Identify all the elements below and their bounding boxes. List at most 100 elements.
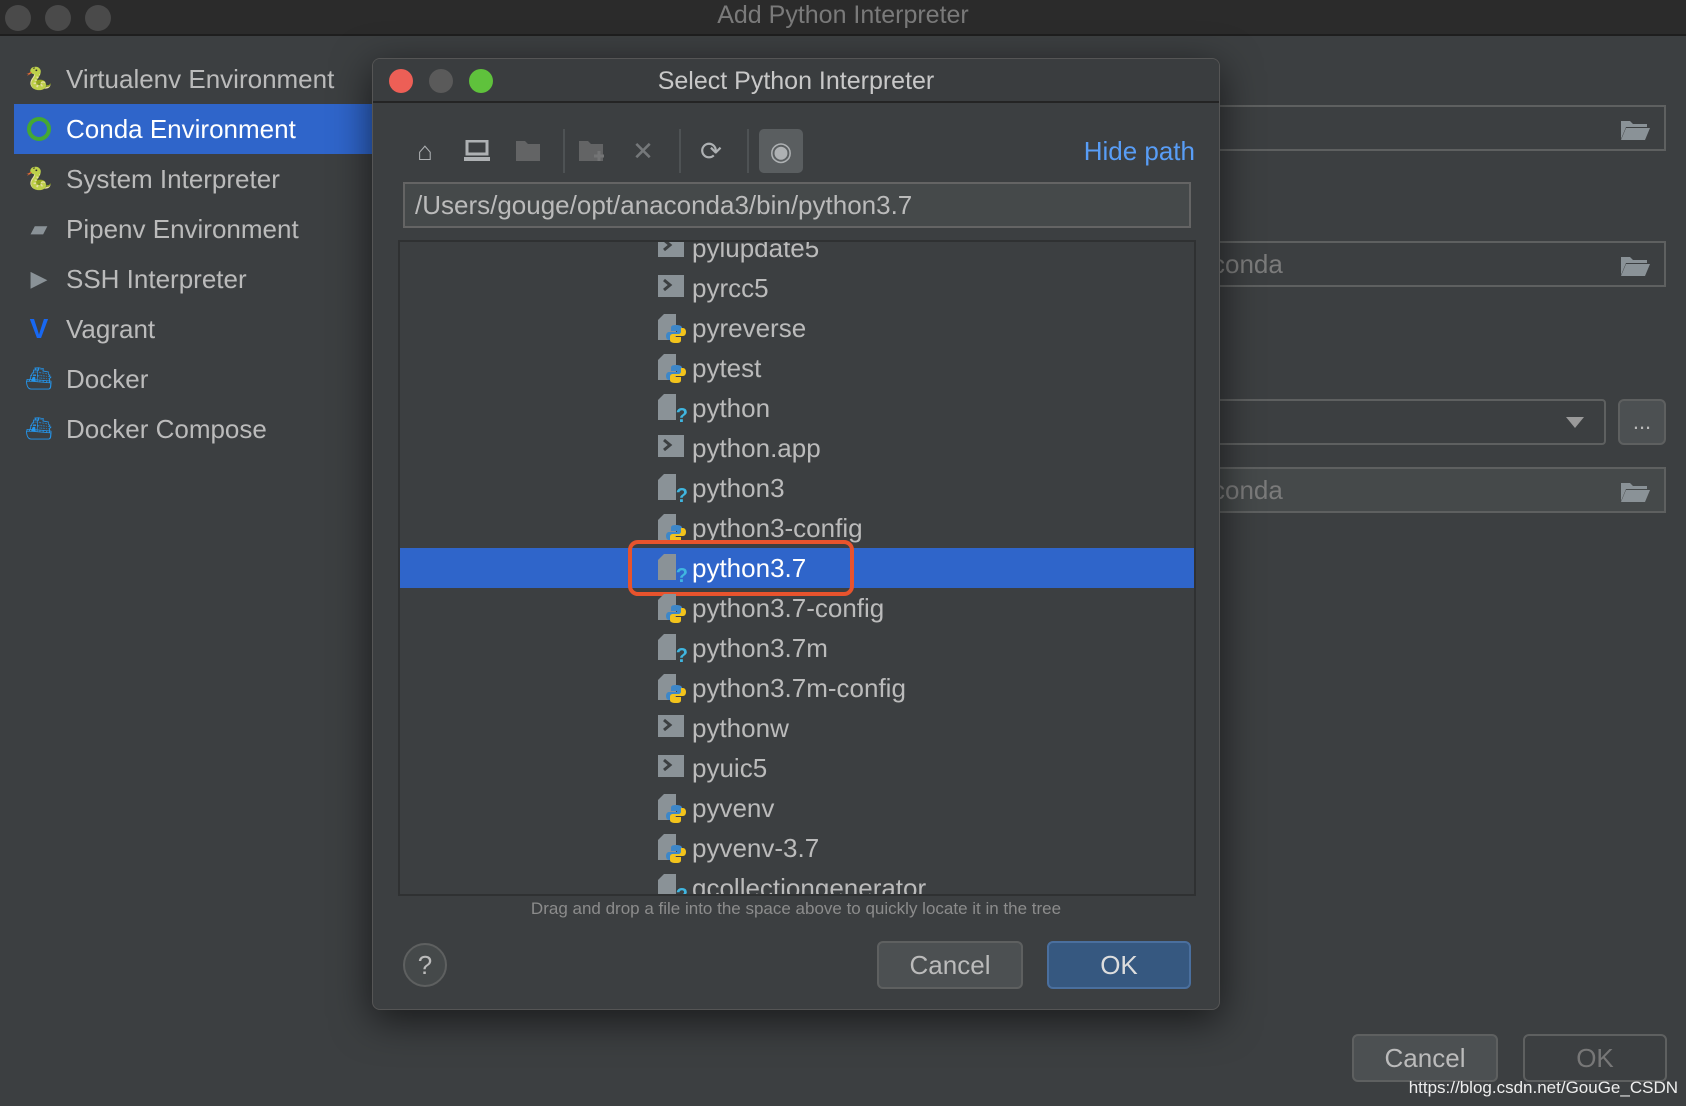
file-row[interactable]: pythonw — [400, 708, 1194, 748]
file-row[interactable]: pyreverse — [400, 308, 1194, 348]
sidebar-item-label: Docker — [66, 363, 149, 394]
exec-file-icon — [658, 714, 684, 742]
pipenv-icon: ▰ — [30, 216, 48, 241]
drag-drop-hint: Drag and drop a file into the space abov… — [530, 899, 1062, 918]
refresh-icon[interactable]: ⟳ — [691, 129, 731, 173]
file-name: pyuic5 — [692, 752, 768, 783]
hide-path-link[interactable]: Hide path — [1084, 131, 1195, 171]
link-file-icon: ? — [658, 874, 688, 894]
sidebar-item-label: System Interpreter — [66, 163, 280, 194]
file-name: python3.7 — [692, 552, 807, 583]
sidebar-item-label: SSH Interpreter — [66, 263, 247, 294]
file-name: pyrcc5 — [692, 272, 769, 303]
file-name: pyvenv — [692, 792, 775, 823]
background-field-1[interactable]: l — [1190, 105, 1666, 151]
field-value: conda — [1212, 248, 1283, 279]
dialog-maximize-button[interactable] — [469, 69, 493, 93]
help-button[interactable]: ? — [403, 943, 447, 987]
dialog-close-button[interactable] — [389, 69, 413, 93]
file-row[interactable]: pytest — [400, 348, 1194, 388]
more-button[interactable]: ... — [1618, 399, 1666, 445]
file-name: python3 — [692, 472, 785, 503]
file-row[interactable]: ? python3 — [400, 468, 1194, 508]
link-file-icon: ? — [658, 634, 688, 667]
background-field-2[interactable]: conda — [1190, 241, 1666, 287]
dialog-minimize-button[interactable] — [429, 69, 453, 93]
file-row[interactable]: ? python3.7m — [400, 628, 1194, 668]
sidebar-item-virtualenv-environment[interactable]: 🐍 Virtualenv Environment — [14, 54, 372, 104]
file-row[interactable]: python3.7-config — [400, 588, 1194, 628]
file-name: pyvenv-3.7 — [692, 832, 820, 863]
file-name: python3.7m — [692, 632, 828, 663]
background-dropdown[interactable] — [1190, 399, 1606, 445]
py-file-icon — [658, 834, 686, 863]
file-row[interactable]: python.app — [400, 428, 1194, 468]
file-row[interactable]: pyvenv-3.7 — [400, 828, 1194, 868]
py-file-icon — [658, 674, 686, 703]
file-row[interactable]: pyvenv — [400, 788, 1194, 828]
py-file-icon — [658, 514, 686, 543]
sidebar-item-docker[interactable]: ⛴ Docker — [14, 354, 372, 404]
folder-icon[interactable] — [1620, 255, 1650, 277]
link-file-icon: ? — [658, 394, 688, 427]
file-row[interactable]: pyuic5 — [400, 748, 1194, 788]
file-row[interactable]: ? python3.7 — [400, 540, 1194, 596]
sidebar-item-pipenv-environment[interactable]: ▰ Pipenv Environment — [14, 204, 372, 254]
ok-button[interactable]: OK — [1523, 1034, 1667, 1082]
watermark: https://blog.csdn.net/GouGe_CSDN — [1408, 1078, 1678, 1097]
project-folder-icon[interactable] — [509, 129, 549, 173]
window-title: Add Python Interpreter — [717, 1, 969, 29]
ssh-icon: ▶ — [30, 266, 48, 291]
file-name: python3.7m-config — [692, 672, 906, 703]
folder-icon[interactable] — [1620, 119, 1650, 141]
desktop-icon[interactable] — [457, 129, 497, 173]
dialog-titlebar: Select Python Interpreter — [373, 59, 1219, 103]
conda-icon — [24, 114, 54, 144]
dialog-ok-button[interactable]: OK — [1047, 941, 1191, 989]
show-hidden-files-icon[interactable]: ◉ — [759, 129, 803, 173]
file-row[interactable]: python3-config — [400, 508, 1194, 548]
cancel-button[interactable]: Cancel — [1352, 1034, 1498, 1082]
py-file-icon — [658, 794, 686, 823]
file-row[interactable]: pyrcc5 — [400, 268, 1194, 308]
virtualenv-icon: 🐍 — [25, 66, 53, 91]
docker-icon: ⛴ — [25, 366, 53, 391]
background-field-4[interactable]: conda — [1190, 467, 1666, 513]
file-name: python3-config — [692, 512, 863, 543]
sidebar-item-ssh-interpreter[interactable]: ▶ SSH Interpreter — [14, 254, 372, 304]
folder-icon[interactable] — [1620, 481, 1650, 503]
sidebar-item-label: Pipenv Environment — [66, 213, 299, 244]
py-file-icon — [658, 314, 686, 343]
sidebar-item-docker-compose[interactable]: ⛴ Docker Compose — [14, 404, 372, 454]
sidebar-item-system-interpreter[interactable]: 🐍 System Interpreter — [14, 154, 372, 204]
chevron-down-icon — [1566, 417, 1584, 428]
select-interpreter-dialog: Select Python Interpreter ⌂ ✕ ⟳ ◉ Hide p… — [372, 58, 1220, 1010]
file-row[interactable]: ? python — [400, 388, 1194, 428]
new-folder-icon[interactable] — [573, 129, 613, 173]
sidebar-item-label: Conda Environment — [66, 113, 296, 144]
exec-file-icon — [658, 434, 684, 462]
file-name: pythonw — [692, 712, 789, 743]
home-icon[interactable]: ⌂ — [405, 129, 445, 173]
sidebar-item-vagrant[interactable]: V Vagrant — [14, 304, 372, 354]
exec-file-icon — [658, 754, 684, 782]
sidebar-item-label: Vagrant — [66, 313, 156, 344]
file-row[interactable]: pylupdate5 — [400, 240, 1194, 268]
file-tree[interactable]: pylupdate5 pyrcc5 pyreverse pytest ? python py… — [398, 240, 1196, 896]
sidebar-item-conda-environment[interactable]: Conda Environment — [14, 104, 372, 154]
file-name: python.app — [692, 432, 821, 463]
unknown-file-icon: ? — [658, 554, 688, 587]
python-icon: 🐍 — [25, 166, 53, 191]
vagrant-icon: V — [29, 313, 49, 344]
dialog-cancel-button[interactable]: Cancel — [877, 941, 1023, 989]
delete-icon[interactable]: ✕ — [623, 129, 663, 173]
file-name: pylupdate5 — [692, 240, 820, 263]
path-input[interactable]: /Users/gouge/opt/anaconda3/bin/python3.7 — [403, 182, 1191, 228]
window-titlebar: Add Python Interpreter — [0, 0, 1686, 36]
file-name: pytest — [692, 352, 762, 383]
file-row[interactable]: python3.7m-config — [400, 668, 1194, 708]
file-name: pyreverse — [692, 312, 807, 343]
file-name: qcollectiongenerator — [692, 872, 927, 896]
docker-compose-icon: ⛴ — [25, 416, 53, 441]
file-row[interactable]: ? qcollectiongenerator — [400, 868, 1194, 896]
